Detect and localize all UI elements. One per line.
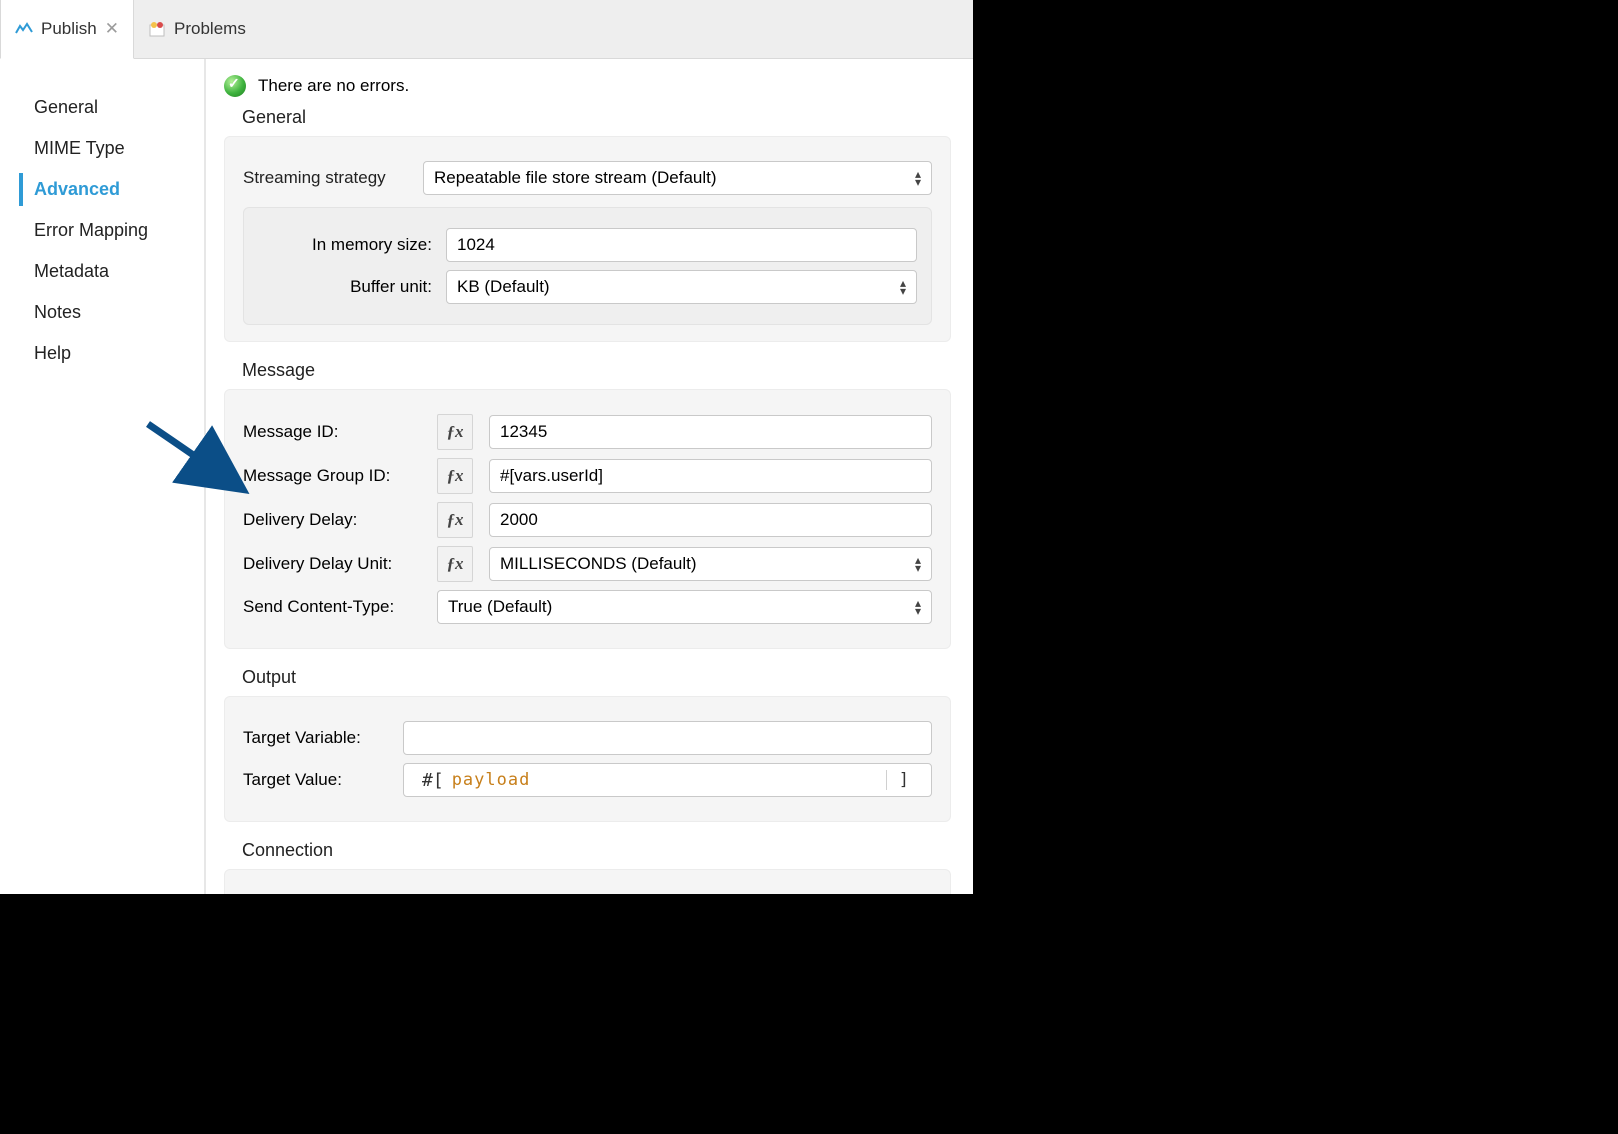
send-content-type-label: Send Content-Type:	[243, 597, 437, 617]
target-variable-input[interactable]	[403, 721, 932, 755]
expr-code: payload	[452, 770, 531, 790]
section-title-connection: Connection	[242, 840, 951, 861]
select-value: KB (Default)	[457, 277, 550, 297]
status-bar: There are no errors.	[224, 75, 951, 97]
tab-label: Problems	[174, 19, 246, 39]
tab-publish[interactable]: Publish ✕	[0, 0, 134, 59]
fx-expression-button[interactable]: ƒx	[437, 502, 473, 538]
tab-label: Publish	[41, 19, 97, 39]
config-editor-window: Publish ✕ Problems General MIME Type Adv…	[0, 0, 973, 894]
streaming-strategy-label: Streaming strategy	[243, 168, 423, 188]
fx-expression-button[interactable]: ƒx	[437, 458, 473, 494]
buffer-unit-select[interactable]: KB (Default) ▴▾	[446, 270, 917, 304]
chevron-updown-icon: ▴▾	[900, 279, 906, 295]
close-icon[interactable]: ✕	[105, 19, 119, 39]
connection-panel: Reconnection strategy None ▴▾	[224, 869, 951, 894]
message-panel: Message ID: ƒx Message Group ID: ƒx Deli…	[224, 389, 951, 649]
editor-tabbar: Publish ✕ Problems	[0, 0, 973, 59]
in-memory-size-label: In memory size:	[258, 235, 446, 255]
send-content-type-select[interactable]: True (Default) ▴▾	[437, 590, 932, 624]
sidebar-item-error-mapping[interactable]: Error Mapping	[0, 210, 204, 251]
chevron-updown-icon: ▴▾	[915, 170, 921, 186]
target-value-expression-input[interactable]: #[ payload ]	[403, 763, 932, 797]
expr-open-bracket: #[	[414, 770, 452, 791]
sidebar-item-advanced[interactable]: Advanced	[0, 169, 204, 210]
buffer-unit-label: Buffer unit:	[258, 277, 446, 297]
ok-check-icon	[224, 75, 246, 97]
general-panel: Streaming strategy Repeatable file store…	[224, 136, 951, 342]
delivery-delay-unit-label: Delivery Delay Unit:	[243, 554, 437, 574]
sidebar: General MIME Type Advanced Error Mapping…	[0, 59, 206, 894]
chevron-updown-icon: ▴▾	[915, 599, 921, 615]
select-value: Repeatable file store stream (Default)	[434, 168, 717, 188]
sidebar-item-help[interactable]: Help	[0, 333, 204, 374]
message-group-id-input[interactable]	[489, 459, 932, 493]
message-group-id-label: Message Group ID:	[243, 466, 437, 486]
select-value: MILLISECONDS (Default)	[500, 554, 697, 574]
message-id-label: Message ID:	[243, 422, 437, 442]
sidebar-item-metadata[interactable]: Metadata	[0, 251, 204, 292]
tab-problems[interactable]: Problems	[134, 0, 260, 58]
target-value-label: Target Value:	[243, 770, 403, 790]
delivery-delay-label: Delivery Delay:	[243, 510, 437, 530]
output-panel: Target Variable: Target Value: #[ payloa…	[224, 696, 951, 822]
status-text: There are no errors.	[258, 76, 409, 96]
section-title-output: Output	[242, 667, 951, 688]
target-variable-label: Target Variable:	[243, 728, 403, 748]
select-value: True (Default)	[448, 597, 552, 617]
streaming-subpanel: In memory size: Buffer unit: KB (Default…	[243, 207, 932, 325]
sidebar-item-general[interactable]: General	[0, 87, 204, 128]
in-memory-size-input[interactable]	[446, 228, 917, 262]
expr-close-bracket: ]	[886, 770, 921, 790]
sidebar-item-notes[interactable]: Notes	[0, 292, 204, 333]
advanced-tab-content: There are no errors. General Streaming s…	[206, 59, 973, 894]
publish-icon	[15, 21, 33, 37]
section-title-general: General	[242, 107, 951, 128]
message-id-input[interactable]	[489, 415, 932, 449]
chevron-updown-icon: ▴▾	[915, 556, 921, 572]
fx-expression-button[interactable]: ƒx	[437, 414, 473, 450]
sidebar-item-mime-type[interactable]: MIME Type	[0, 128, 204, 169]
section-title-message: Message	[242, 360, 951, 381]
streaming-strategy-select[interactable]: Repeatable file store stream (Default) ▴…	[423, 161, 932, 195]
problems-icon	[148, 20, 166, 38]
delivery-delay-unit-select[interactable]: MILLISECONDS (Default) ▴▾	[489, 547, 932, 581]
delivery-delay-input[interactable]	[489, 503, 932, 537]
fx-expression-button[interactable]: ƒx	[437, 546, 473, 582]
